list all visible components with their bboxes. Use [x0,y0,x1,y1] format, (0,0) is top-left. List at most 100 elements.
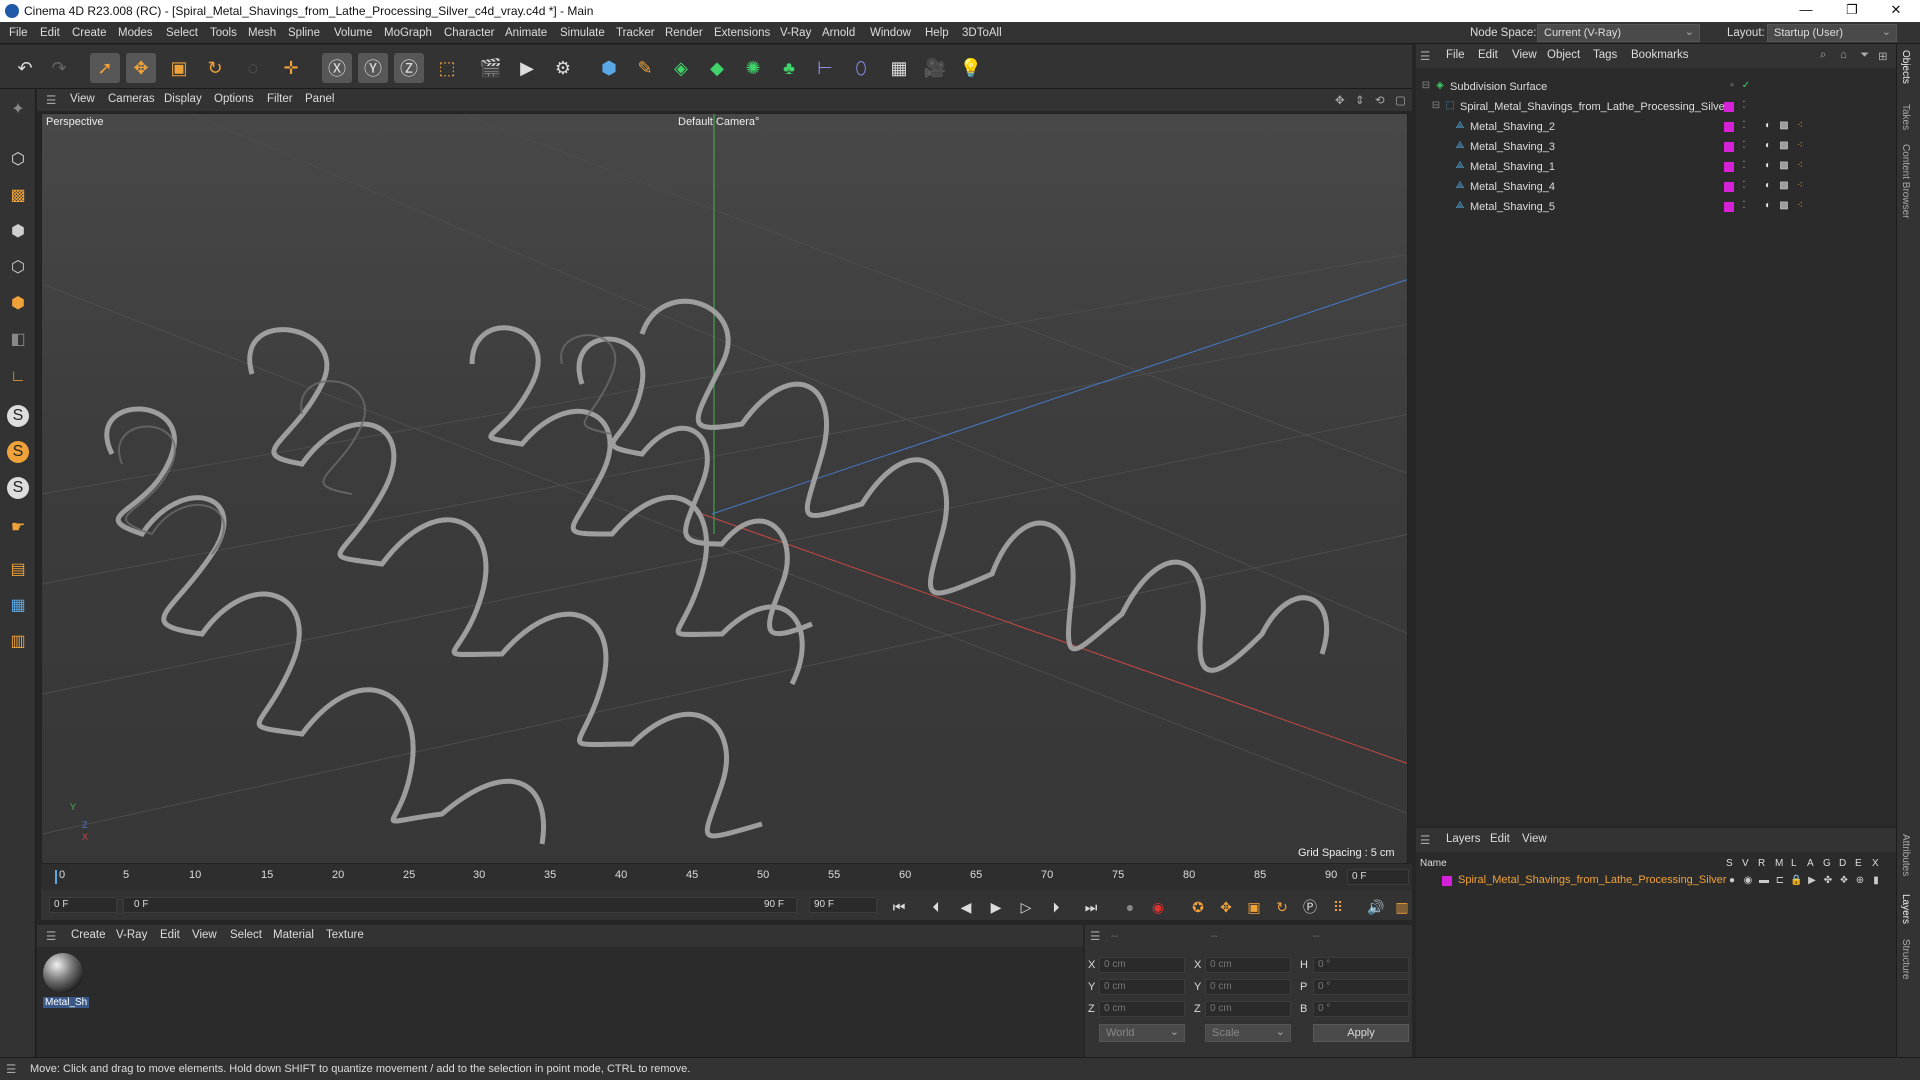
texture-tag-icon[interactable]: ▩ [1778,180,1790,192]
undo-icon[interactable]: ↶ [10,53,40,83]
enabled-check-icon[interactable]: ✓ [1740,80,1752,92]
viewport-maximize-icon[interactable]: ▢ [1395,93,1406,107]
vray-material-tag-icon[interactable]: ◐ [1762,180,1774,192]
tab-attributes[interactable]: Attributes [1900,834,1911,876]
rot-b-field[interactable]: 0 ° [1313,1001,1409,1017]
layer-color-swatch[interactable] [1442,876,1452,886]
timeline-window-icon[interactable]: ▥ [1387,892,1417,922]
visibility-dots-icon[interactable]: ⁚ [1738,180,1750,192]
tab-takes[interactable]: Takes [1900,104,1911,130]
menu-mesh[interactable]: Mesh [248,27,276,39]
size-z-field[interactable]: 0 cm [1205,1001,1291,1017]
obj-menu-view[interactable]: View [1512,49,1537,61]
viewport-zoom-icon[interactable]: ⇕ [1355,93,1365,107]
layer-menu-view[interactable]: View [1522,833,1547,845]
filter-icon[interactable]: ⏷ [1860,49,1869,62]
scale-tool-icon[interactable]: ▣ [164,53,194,83]
menu-animate[interactable]: Animate [505,27,547,39]
vray-material-tag-icon[interactable]: ◐ [1762,140,1774,152]
mat-menu-edit[interactable]: Edit [160,929,180,941]
record-icon[interactable]: ● [1115,892,1145,922]
layer-row[interactable]: Spiral_Metal_Shavings_from_Lathe_Process… [1416,872,1896,890]
obj-menu-object[interactable]: Object [1547,49,1580,61]
snap-icon[interactable]: S [7,405,29,427]
menu-vray[interactable]: V-Ray [780,27,811,39]
model-mode-icon[interactable]: ⬡ [4,145,32,173]
viewport-menu-view[interactable]: View [70,93,95,105]
snap-3d-icon[interactable]: S [7,477,29,499]
workplane-icon[interactable]: ∟ [4,363,32,391]
layer-color-swatch[interactable] [1724,202,1734,212]
apply-button[interactable]: Apply [1313,1024,1409,1042]
move-tool-icon[interactable]: ✥ [126,53,156,83]
menu-modes[interactable]: Modes [118,27,153,39]
layer-name[interactable]: Spiral_Metal_Shavings_from_Lathe_Process… [1458,874,1726,886]
locked-workplane-icon[interactable]: ▥ [4,627,32,655]
frame-range-slider[interactable]: 0 F 90 F [123,897,797,913]
menu-select[interactable]: Select [166,27,198,39]
viewport-menu-filter[interactable]: Filter [267,93,293,105]
menu-extensions[interactable]: Extensions [714,27,770,39]
field-icon[interactable]: ⬯ [846,53,876,83]
layer-color-swatch[interactable] [1724,122,1734,132]
end-frame-field[interactable]: 90 F [809,897,877,913]
mat-menu-vray[interactable]: V-Ray [116,929,147,941]
menu-3dtoall[interactable]: 3DToAll [962,27,1002,39]
playhead[interactable] [55,870,57,884]
select-tool-icon[interactable]: ➚ [90,53,120,83]
current-frame-field[interactable]: 0 F [1347,869,1409,885]
coordinate-system-icon[interactable]: ⬚ [432,53,462,83]
phong-tag-icon[interactable]: ⁖ [1794,120,1806,132]
visibility-dots-icon[interactable]: ⁚ [1738,120,1750,132]
status-hamburger-icon[interactable]: ☰ [6,1062,16,1076]
grid-plane-icon[interactable]: ▤ [4,555,32,583]
material-thumbnail-metal[interactable] [43,953,83,993]
layer-manager-icon[interactable]: ⊏ [1774,875,1786,887]
object-row-shaving-5[interactable]: ⟁ Metal_Shaving_5 ⁚ ◐ ▩ ⁖ [1416,197,1896,217]
viewport-hamburger-icon[interactable]: ☰ [46,93,56,107]
viewport-perspective[interactable]: Perspective Default Camera° Grid Spacing… [41,113,1408,864]
visibility-dots-icon[interactable]: ⁚ [1738,100,1750,112]
render-settings-icon[interactable]: ⚙ [548,53,578,83]
make-editable-icon[interactable]: ✦ [4,95,32,123]
subdivision-surface-icon[interactable]: ◈ [666,53,696,83]
pos-z-field[interactable]: 0 cm [1099,1001,1185,1017]
deformer-icon[interactable]: ⊢ [810,53,840,83]
redo-icon[interactable]: ↷ [44,53,74,83]
spline-pen-icon[interactable]: ✎ [630,53,660,83]
cube-icon[interactable]: ⬢ [594,53,624,83]
next-frame-icon[interactable]: ▷ [1011,892,1041,922]
rotation-key-icon[interactable]: ↻ [1267,892,1297,922]
light-icon[interactable]: 💡 [956,53,986,83]
mat-menu-texture[interactable]: Texture [326,929,364,941]
phong-tag-icon[interactable]: ⁖ [1794,180,1806,192]
previous-frame-icon[interactable]: ◀ [951,892,981,922]
axis-tool-icon[interactable]: ✛ [276,53,306,83]
visibility-dots-icon[interactable]: ⁚ [1738,160,1750,172]
menu-character[interactable]: Character [444,27,495,39]
snap-settings-icon[interactable]: S [7,441,29,463]
menu-spline[interactable]: Spline [288,27,320,39]
live-selection-icon[interactable]: ◌ [238,53,268,83]
y-axis-lock-icon[interactable]: Ⓨ [358,53,388,83]
menu-volume[interactable]: Volume [334,27,372,39]
mat-menu-select[interactable]: Select [230,929,262,941]
vray-material-tag-icon[interactable]: ◐ [1762,160,1774,172]
size-mode-dropdown[interactable]: Scale [1205,1024,1291,1042]
layer-color-swatch[interactable] [1724,102,1734,112]
texture-tag-icon[interactable]: ▩ [1778,120,1790,132]
workplane-grid-icon[interactable]: ▦ [4,591,32,619]
layer-render-icon[interactable]: ▬ [1758,875,1770,887]
minimize-button[interactable]: — [1786,2,1826,20]
keyframe-selection-icon[interactable]: ✪ [1183,892,1213,922]
menu-help[interactable]: Help [925,27,949,39]
timeline-ruler[interactable]: 0 5 10 15 20 25 30 35 40 45 50 55 60 65 … [41,864,1412,890]
menu-tracker[interactable]: Tracker [616,27,655,39]
collapse-icon[interactable]: ⊟ [1420,80,1432,92]
extrude-icon[interactable]: ◆ [702,53,732,83]
phong-tag-icon[interactable]: ⁖ [1794,160,1806,172]
parameter-key-icon[interactable]: Ⓟ [1295,892,1325,922]
position-key-icon[interactable]: ✥ [1211,892,1241,922]
mat-menu-material[interactable]: Material [273,929,314,941]
mat-menu-view[interactable]: View [192,929,217,941]
